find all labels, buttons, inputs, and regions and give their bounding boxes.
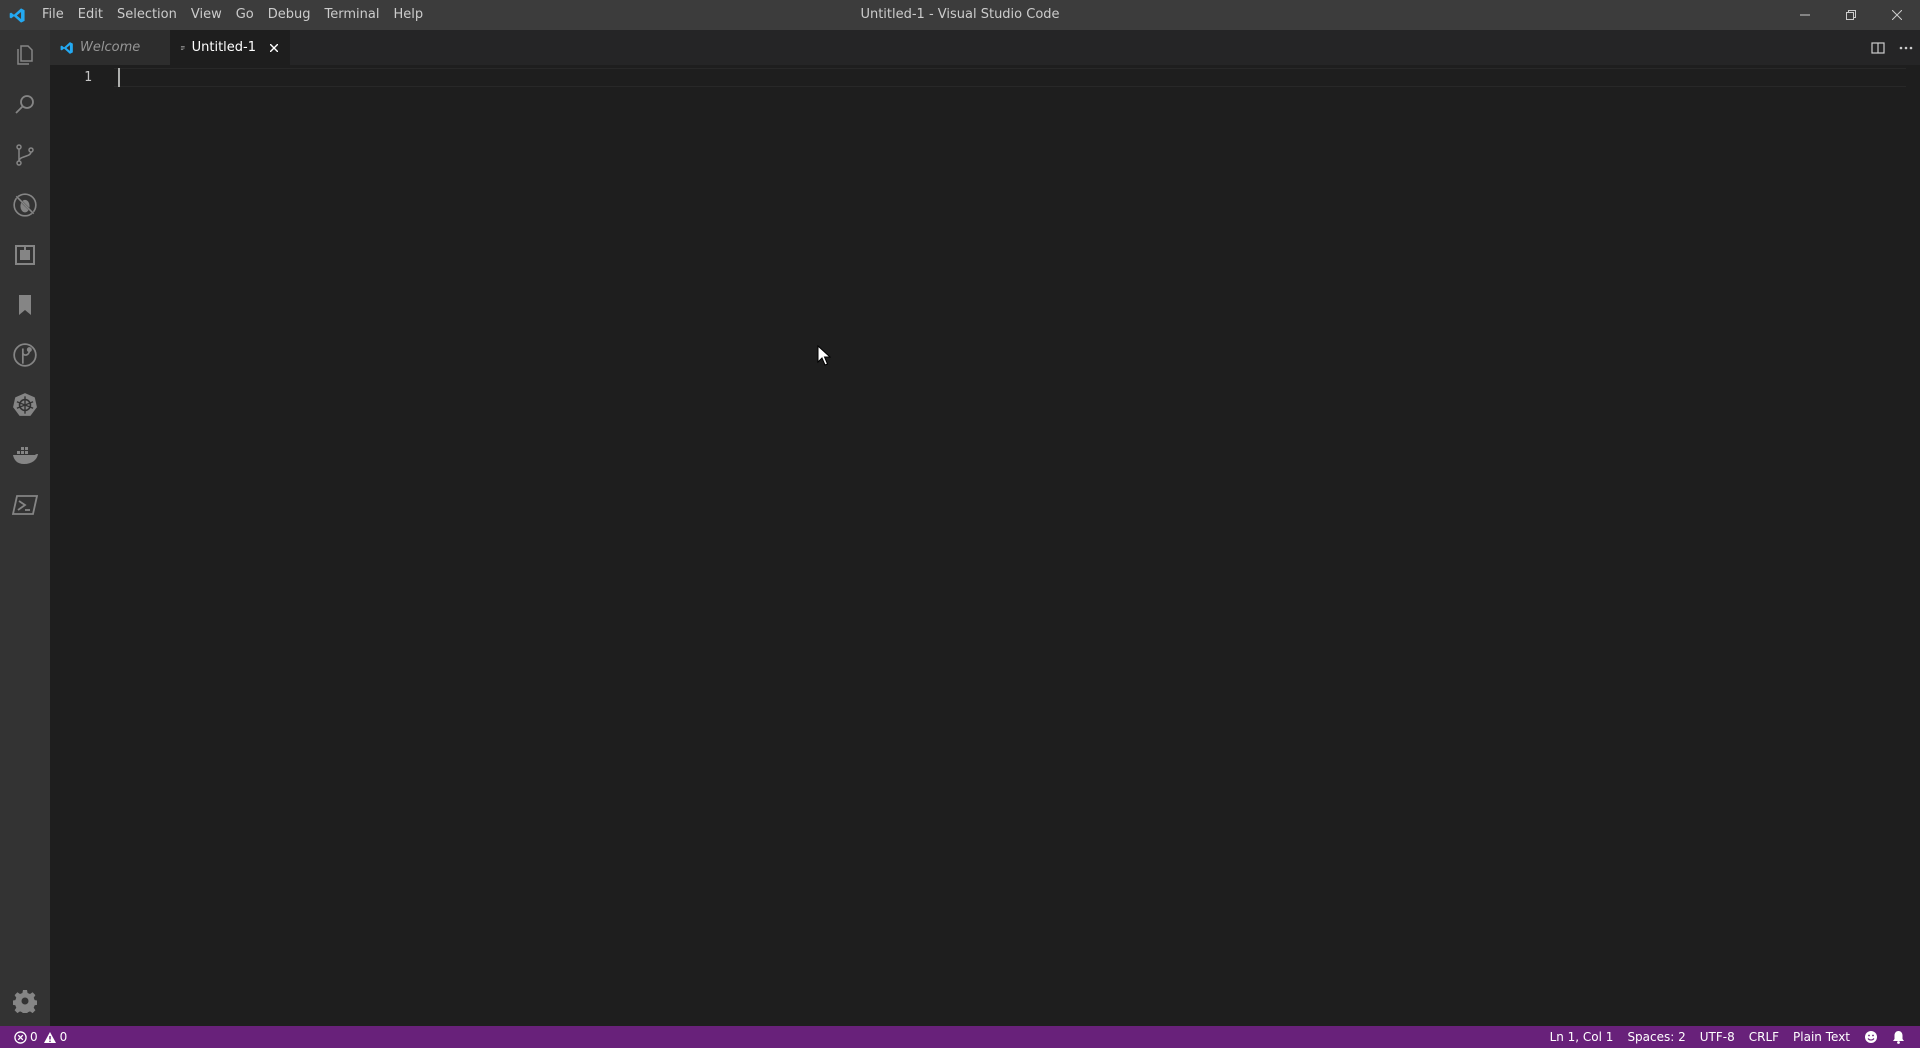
menu-go[interactable]: Go — [229, 0, 261, 30]
editor-actions — [1864, 30, 1920, 65]
tab-untitled-1-label: Untitled-1 — [191, 40, 256, 55]
editor-area[interactable]: 1 — [50, 65, 1920, 1026]
menu-bar: File Edit Selection View Go Debug Termin… — [35, 0, 430, 30]
menu-file[interactable]: File — [35, 0, 71, 30]
indentation-setting[interactable]: Spaces: 2 — [1620, 1026, 1692, 1048]
bookmarks-icon[interactable] — [0, 280, 50, 330]
warning-count: 0 — [59, 1030, 68, 1044]
vscode-tab-icon — [60, 41, 73, 54]
menu-debug[interactable]: Debug — [261, 0, 318, 30]
current-line-highlight — [114, 68, 1906, 87]
menu-edit[interactable]: Edit — [71, 0, 110, 30]
status-bar-right: Ln 1, Col 1 Spaces: 2 UTF-8 CRLF Plain T… — [1543, 1026, 1920, 1048]
error-count: 0 — [30, 1030, 38, 1044]
tab-welcome[interactable]: Welcome — [50, 30, 170, 65]
status-bar-left: 0 0 — [0, 1026, 74, 1048]
cursor-position[interactable]: Ln 1, Col 1 — [1543, 1026, 1621, 1048]
vscode-logo-icon[interactable] — [0, 0, 35, 30]
debug-icon[interactable] — [0, 180, 50, 230]
powershell-icon[interactable] — [0, 480, 50, 530]
search-icon[interactable] — [0, 80, 50, 130]
feedback-smiley-icon[interactable] — [1857, 1026, 1885, 1048]
more-actions-icon[interactable] — [1892, 30, 1920, 65]
status-bar: 0 0 Ln 1, Col 1 Spaces: 2 UTF-8 CRLF Pla… — [0, 1026, 1920, 1048]
kubernetes-icon[interactable] — [0, 380, 50, 430]
minimize-button[interactable] — [1782, 0, 1828, 30]
close-window-button[interactable] — [1874, 0, 1920, 30]
gitlens-icon[interactable] — [0, 330, 50, 380]
menu-selection[interactable]: Selection — [110, 0, 184, 30]
line-number-gutter: 1 — [50, 65, 114, 1026]
warning-icon — [43, 1031, 56, 1043]
menu-view[interactable]: View — [184, 0, 229, 30]
text-cursor — [118, 68, 120, 87]
extensions-icon[interactable] — [0, 230, 50, 280]
tab-bar: Welcome Untitled-1 — [50, 30, 1920, 65]
notifications-bell-icon[interactable] — [1885, 1026, 1912, 1048]
error-icon — [14, 1030, 27, 1044]
tab-welcome-label: Welcome — [80, 40, 141, 55]
restore-button[interactable] — [1828, 0, 1874, 30]
menu-terminal[interactable]: Terminal — [318, 0, 387, 30]
title-bar: File Edit Selection View Go Debug Termin… — [0, 0, 1920, 30]
gear-icon[interactable] — [0, 976, 50, 1026]
docker-icon[interactable] — [0, 430, 50, 480]
plain-text-file-icon — [180, 45, 185, 50]
mouse-pointer-icon — [817, 344, 832, 371]
problems-indicator[interactable]: 0 0 — [14, 1026, 74, 1048]
close-icon[interactable] — [270, 40, 278, 56]
tab-untitled-1[interactable]: Untitled-1 — [170, 30, 290, 65]
source-control-icon[interactable] — [0, 130, 50, 180]
end-of-line[interactable]: CRLF — [1742, 1026, 1786, 1048]
explorer-icon[interactable] — [0, 30, 50, 80]
language-mode[interactable]: Plain Text — [1786, 1026, 1857, 1048]
line-number: 1 — [84, 70, 92, 85]
split-editor-icon[interactable] — [1864, 30, 1892, 65]
activity-bar — [0, 30, 50, 1026]
window-controls — [1782, 0, 1920, 30]
file-encoding[interactable]: UTF-8 — [1693, 1026, 1742, 1048]
menu-help[interactable]: Help — [386, 0, 430, 30]
